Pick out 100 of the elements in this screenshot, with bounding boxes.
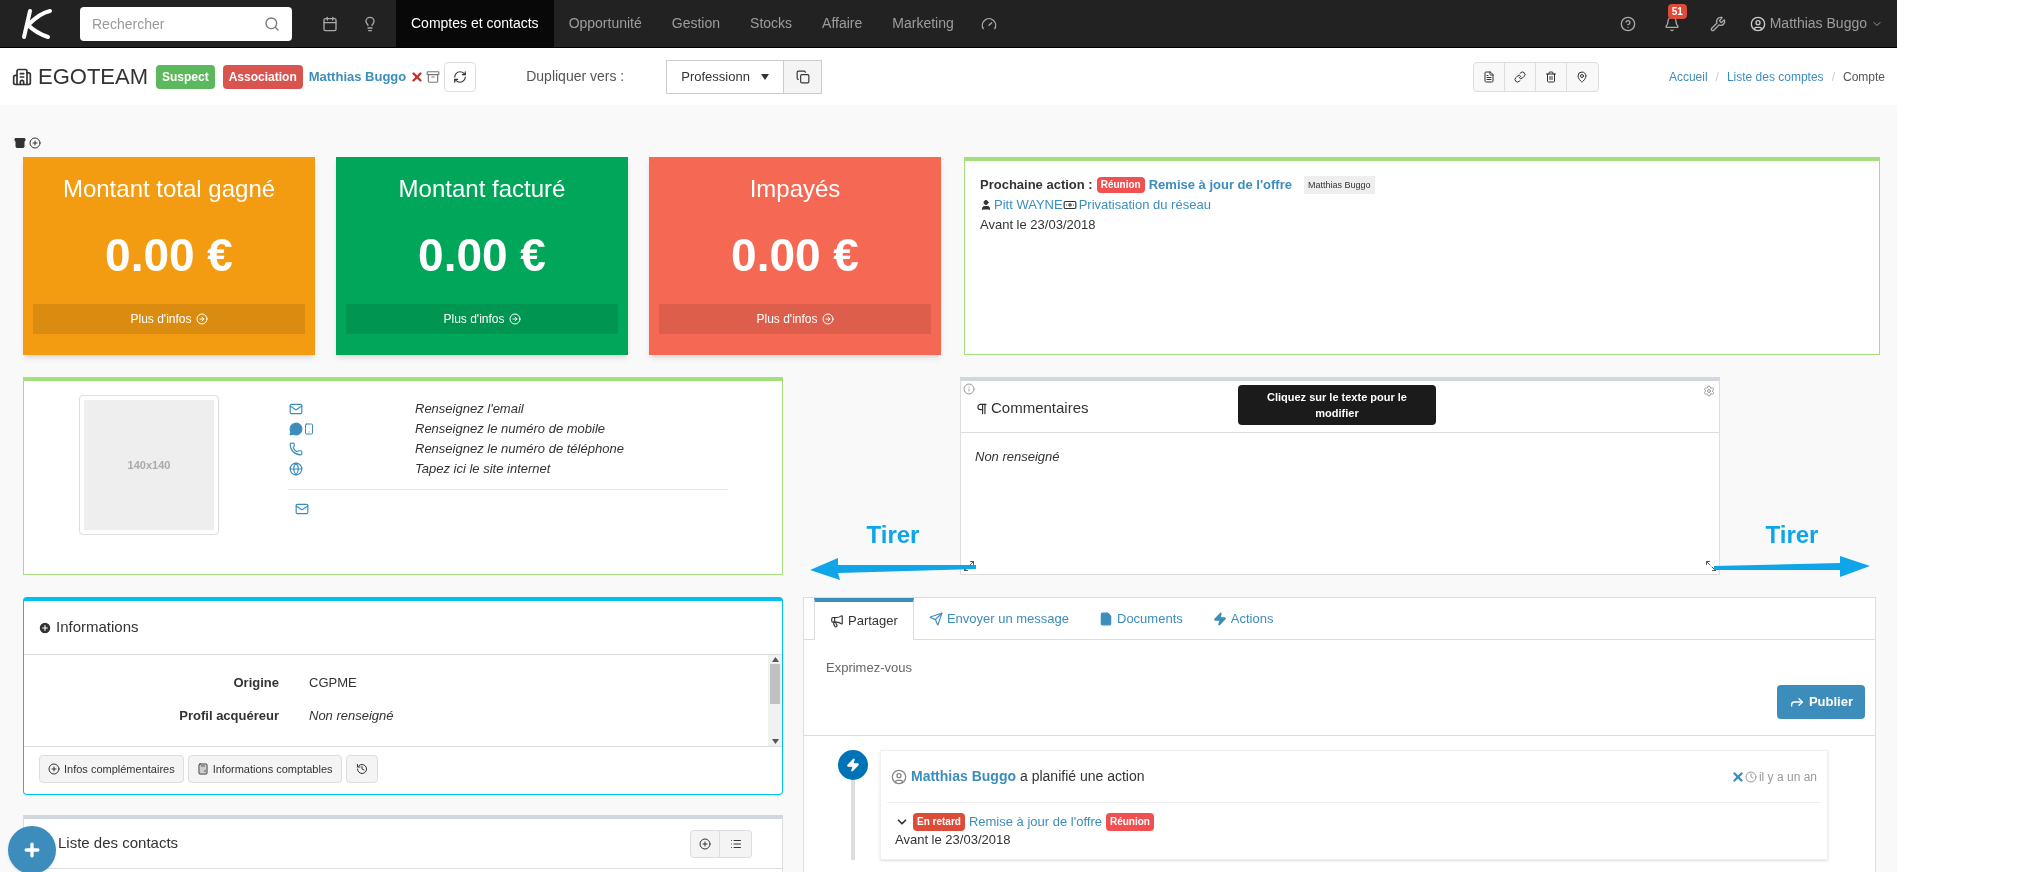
refresh-button[interactable] [444,61,477,92]
more-info-link[interactable]: Plus d'infos [659,304,931,334]
calculator-icon [196,763,209,775]
search-field[interactable]: Rechercher [80,6,292,41]
drag-hint-label: Tirer [866,520,920,550]
nav-menu-item[interactable]: Gestion [656,0,736,47]
action-link[interactable]: Remise à jour de l'offre [968,813,1102,831]
envelope-icon[interactable] [295,502,309,516]
nav-menu-item[interactable]: Comptes et contacts [396,0,554,47]
megaphone-icon [830,614,844,628]
building-icon [12,66,32,87]
add-contact-button[interactable] [690,829,720,858]
feed-text: a planifié une action [1020,767,1145,786]
tab[interactable]: Partager [814,598,914,640]
panel-title: Commentaires [991,398,1089,419]
more-info-link[interactable]: Plus d'infos [346,304,618,334]
plus-icon [22,840,42,860]
calendar-icon[interactable] [322,15,338,32]
field-value[interactable]: Non renseigné [309,706,394,739]
bell-icon[interactable] [1663,15,1680,32]
floating-add-button[interactable] [8,826,56,872]
scroll-up-icon[interactable] [771,657,779,662]
history-button[interactable] [345,755,378,783]
map-pin-icon [1576,70,1589,83]
kpi-title: Montant total gagné [62,174,276,204]
user-menu[interactable]: Matthias Buggo [1749,13,1883,34]
tab[interactable]: Envoyer un message [913,598,1084,639]
type-badge: Réunion [1096,177,1145,193]
clock-icon [1744,770,1757,783]
next-action-label: Prochaine action : [980,176,1093,194]
contact-field[interactable]: Tapez ici le site internet [415,459,551,479]
action-link[interactable]: Remise à jour de l'offre [1148,175,1292,195]
comment-text[interactable]: Non renseigné [961,433,1719,467]
breadcrumb-current: Compte [1842,68,1885,86]
plus-circle-icon [699,837,711,850]
owner-link[interactable]: Matthias Buggo [308,66,407,87]
field-label: Profil acquéreur [178,707,279,725]
globe-icon [289,462,303,476]
nav-menu-item[interactable]: Marketing [877,0,969,47]
tab[interactable]: Actions [1197,598,1289,639]
help-icon[interactable] [1619,15,1636,32]
list-button[interactable] [720,829,752,858]
lightbulb-icon[interactable] [362,15,378,32]
envelope-icon [289,402,303,416]
dashboard-icon[interactable] [980,15,997,32]
status-badge: En retard [913,813,965,831]
kpi-title: Impayés [749,174,841,204]
pdf-file-icon [1482,70,1495,83]
duplicate-select[interactable]: Professionn [666,59,785,94]
plus-circle-icon [48,763,60,775]
panel-title: Informations [56,617,139,638]
account-title: EGOTEAM [38,63,148,91]
refresh-icon [453,69,468,84]
field-label: Origine [232,674,279,692]
nav-menu-item[interactable]: Opportunité [553,0,657,47]
breadcrumb-link[interactable]: Liste des comptes [1726,67,1824,86]
tooltip: Cliquez sur le texte pour le modifier [1238,385,1436,425]
contact-field[interactable]: Renseignez le numéro de mobile [415,419,606,439]
author-link[interactable]: Matthias Buggo [911,766,1016,787]
caret-icon [761,73,770,80]
accounting-button[interactable]: Informations comptables [187,755,342,783]
banknote-icon [1062,198,1077,212]
scroll-down-icon[interactable] [771,739,779,744]
chat-phone-icon [289,422,315,436]
file-icon [1099,611,1113,626]
close-icon[interactable] [410,69,425,84]
kpi-title: Montant facturé [398,174,566,204]
paper-plane-icon [928,611,943,626]
kpi-amount: 0.00 € [731,228,859,283]
tab[interactable]: Documents [1084,598,1198,639]
contact-field[interactable]: Renseignez l'email [415,399,524,419]
search-icon [264,15,280,32]
nav-menu-item[interactable]: Stocks [735,0,808,47]
breadcrumb-link[interactable]: Accueil [1668,67,1708,86]
placeholder-size: 140x140 [127,457,171,473]
scrollbar[interactable] [768,655,782,746]
bolt-icon [846,758,860,772]
breadcrumb-separator: / [1715,68,1719,86]
extra-info-button[interactable]: Infos complémentaires [39,755,184,783]
status-badge: Association [222,64,303,89]
contact-field[interactable]: Renseignez le numéro de téléphone [415,439,624,459]
person-icon [980,199,992,211]
duplicate-label: Dupliquer vers : [526,67,625,86]
publish-button[interactable]: Publier [1776,685,1865,719]
post-input[interactable]: Exprimez-vous [826,658,1426,678]
deadline-text: Avant le 23/03/2018 [895,832,1011,847]
duplicate-button[interactable] [784,59,823,94]
project-link[interactable]: Privatisation du réseau [1078,195,1211,215]
add-icon[interactable] [29,137,41,149]
assignee-tag: Matthias Buggo [1303,176,1375,194]
contact-link[interactable]: Pitt WAYNE [994,195,1063,215]
close-icon[interactable] [1730,769,1745,784]
kpi-amount: 0.00 € [418,228,546,283]
nav-menu-item[interactable]: Affaire [807,0,878,47]
wrench-icon[interactable] [1709,15,1726,32]
copy-icon [795,69,810,84]
pilcrow-icon [975,401,989,416]
archive-icon[interactable] [14,137,26,149]
feed-time: il y a un an [1758,768,1817,786]
field-value[interactable]: CGPME [309,673,357,706]
